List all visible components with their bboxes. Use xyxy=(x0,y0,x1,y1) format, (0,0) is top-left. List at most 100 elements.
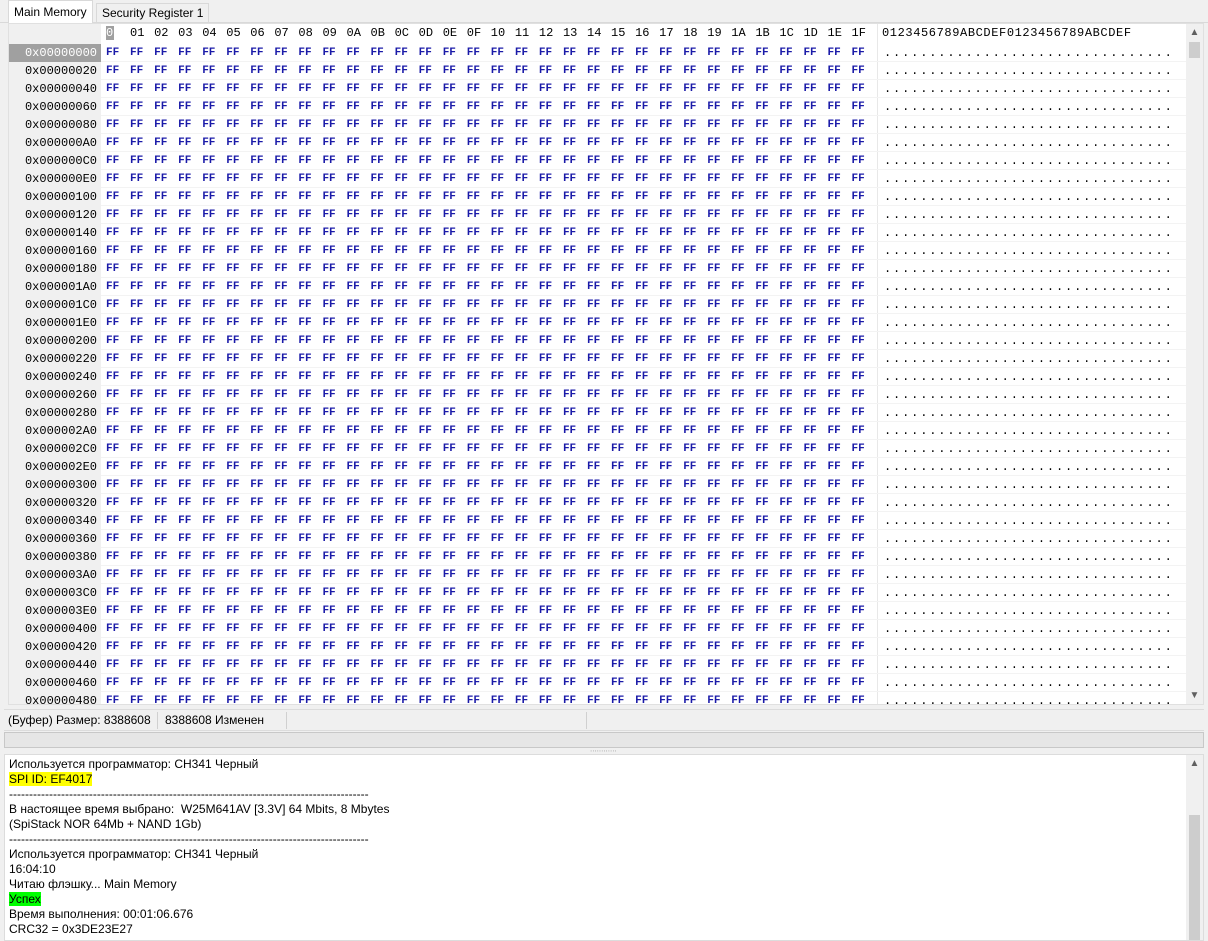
hex-byte[interactable]: FF xyxy=(274,548,287,566)
hex-byte[interactable]: FF xyxy=(130,314,143,332)
hex-byte[interactable]: FF xyxy=(154,332,167,350)
hex-byte[interactable]: FF xyxy=(707,512,720,530)
hex-byte[interactable]: FF xyxy=(755,458,768,476)
hex-byte[interactable]: FF xyxy=(539,620,552,638)
hex-byte[interactable]: FF xyxy=(852,674,865,692)
hex-byte[interactable]: FF xyxy=(635,476,648,494)
hex-byte[interactable]: FF xyxy=(563,476,576,494)
hex-byte[interactable]: FF xyxy=(611,62,624,80)
hex-byte[interactable]: FF xyxy=(563,278,576,296)
hex-byte[interactable]: FF xyxy=(659,440,672,458)
hex-byte[interactable]: FF xyxy=(443,602,456,620)
hex-byte[interactable]: FF xyxy=(515,296,528,314)
hex-byte[interactable]: FF xyxy=(154,260,167,278)
hex-byte[interactable]: FF xyxy=(154,692,167,704)
hex-byte[interactable]: FF xyxy=(611,206,624,224)
hex-byte[interactable]: FF xyxy=(803,602,816,620)
hex-byte[interactable]: FF xyxy=(371,530,384,548)
hex-byte[interactable]: FF xyxy=(852,44,865,62)
hex-byte[interactable]: FF xyxy=(587,620,600,638)
hex-byte[interactable]: FF xyxy=(755,584,768,602)
hex-byte[interactable]: FF xyxy=(226,674,239,692)
hex-byte[interactable]: FF xyxy=(539,404,552,422)
ascii-cell[interactable]: ................................ xyxy=(884,314,1174,332)
hex-byte[interactable]: FF xyxy=(683,278,696,296)
hex-byte[interactable]: FF xyxy=(130,566,143,584)
hex-byte[interactable]: FF xyxy=(250,368,263,386)
hex-byte[interactable]: FF xyxy=(322,98,335,116)
hex-byte[interactable]: FF xyxy=(322,494,335,512)
hex-byte[interactable]: FF xyxy=(106,44,119,62)
hex-byte[interactable]: FF xyxy=(539,494,552,512)
hex-byte[interactable]: FF xyxy=(659,656,672,674)
hex-byte[interactable]: FF xyxy=(106,422,119,440)
hex-byte[interactable]: FF xyxy=(419,638,432,656)
hex-byte[interactable]: FF xyxy=(443,242,456,260)
hex-byte[interactable]: FF xyxy=(154,458,167,476)
hex-byte[interactable]: FF xyxy=(347,476,360,494)
hex-byte[interactable]: FF xyxy=(659,368,672,386)
hex-byte[interactable]: FF xyxy=(755,476,768,494)
ascii-cell[interactable]: ................................ xyxy=(884,548,1174,566)
hex-byte[interactable]: FF xyxy=(106,62,119,80)
hex-byte[interactable]: FF xyxy=(731,368,744,386)
hex-byte[interactable]: FF xyxy=(803,404,816,422)
hex-byte[interactable]: FF xyxy=(803,170,816,188)
hex-byte[interactable]: FF xyxy=(395,566,408,584)
scroll-thumb[interactable] xyxy=(1189,42,1200,58)
ascii-cell[interactable]: ................................ xyxy=(884,386,1174,404)
hex-byte[interactable]: FF xyxy=(443,332,456,350)
hex-byte[interactable]: FF xyxy=(274,656,287,674)
hex-byte[interactable]: FF xyxy=(130,656,143,674)
hex-byte[interactable]: FF xyxy=(707,494,720,512)
hex-byte[interactable]: FF xyxy=(154,350,167,368)
hex-editor[interactable]: 00 01 02 03 04 05 06 07 08 09 0A 0B 0C 0D 0E 0F 10 11 12 13… xyxy=(8,23,1204,705)
hex-byte[interactable]: FF xyxy=(106,584,119,602)
hex-byte[interactable]: FF xyxy=(226,494,239,512)
ascii-cell[interactable]: ................................ xyxy=(884,44,1174,62)
hex-byte[interactable]: FF xyxy=(828,170,841,188)
hex-byte[interactable]: FF xyxy=(371,260,384,278)
hex-byte[interactable]: FF xyxy=(563,260,576,278)
hex-byte[interactable]: FF xyxy=(154,422,167,440)
hex-byte[interactable]: FF xyxy=(395,386,408,404)
hex-byte[interactable]: FF xyxy=(202,422,215,440)
hex-byte[interactable]: FF xyxy=(395,170,408,188)
hex-byte[interactable]: FF xyxy=(587,422,600,440)
hex-byte[interactable]: FF xyxy=(539,566,552,584)
hex-byte[interactable]: FF xyxy=(779,494,792,512)
hex-byte[interactable]: FF xyxy=(779,476,792,494)
hex-byte[interactable]: FF xyxy=(683,242,696,260)
hex-byte[interactable]: FF xyxy=(395,440,408,458)
hex-byte[interactable]: FF xyxy=(274,134,287,152)
hex-byte[interactable]: FF xyxy=(755,116,768,134)
hex-byte[interactable]: FF xyxy=(250,260,263,278)
hex-byte[interactable]: FF xyxy=(659,332,672,350)
hex-byte[interactable]: FF xyxy=(347,422,360,440)
hex-byte[interactable]: FF xyxy=(563,458,576,476)
hex-byte[interactable]: FF xyxy=(491,62,504,80)
hex-byte[interactable]: FF xyxy=(563,188,576,206)
hex-byte[interactable]: FF xyxy=(298,296,311,314)
hex-byte[interactable]: FF xyxy=(347,62,360,80)
hex-byte[interactable]: FF xyxy=(852,656,865,674)
hex-byte[interactable]: FF xyxy=(635,98,648,116)
hex-byte[interactable]: FF xyxy=(611,512,624,530)
hex-byte[interactable]: FF xyxy=(779,332,792,350)
ascii-cell[interactable]: ................................ xyxy=(884,512,1174,530)
hex-byte[interactable]: FF xyxy=(683,134,696,152)
hex-byte[interactable]: FF xyxy=(467,62,480,80)
hex-byte[interactable]: FF xyxy=(828,188,841,206)
hex-byte[interactable]: FF xyxy=(178,602,191,620)
hex-byte[interactable]: FF xyxy=(274,404,287,422)
hex-byte[interactable]: FF xyxy=(611,404,624,422)
hex-byte[interactable]: FF xyxy=(587,674,600,692)
hex-byte[interactable]: FF xyxy=(491,170,504,188)
ascii-cell[interactable]: ................................ xyxy=(884,638,1174,656)
hex-byte[interactable]: FF xyxy=(731,674,744,692)
hex-byte[interactable]: FF xyxy=(731,314,744,332)
hex-byte[interactable]: FF xyxy=(587,296,600,314)
hex-byte[interactable]: FF xyxy=(491,98,504,116)
hex-byte[interactable]: FF xyxy=(659,692,672,704)
hex-byte[interactable]: FF xyxy=(347,656,360,674)
